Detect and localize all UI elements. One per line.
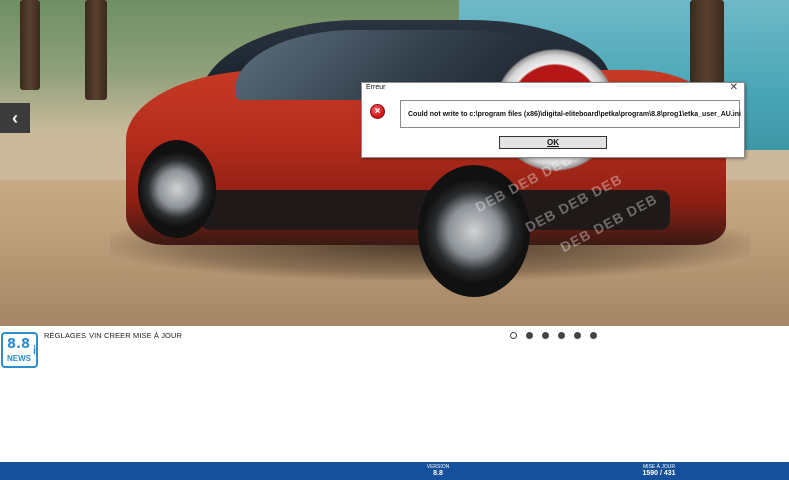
carousel-dot[interactable] [558, 332, 565, 339]
menu-item-reglages[interactable]: RÉGLAGES [44, 331, 86, 340]
carousel-indicators [510, 332, 597, 339]
error-message: Could not write to c:\program files (x86… [400, 100, 741, 128]
info-icon: ⅰ [33, 345, 37, 357]
tree-trunk [85, 0, 107, 100]
etka-news-logo[interactable]: 8.8 NEWS ⅰ [1, 332, 38, 368]
error-icon: × [370, 104, 385, 119]
hero-banner-image: DEB DEB DEB DEB DEB DEB DEB DEB DEB [0, 0, 789, 326]
menu-item-vin-creer[interactable]: VIN CREER [89, 331, 131, 340]
error-dialog: Erreur ✕ × Could not write to c:\program… [361, 82, 745, 158]
logo-news: NEWS [7, 354, 31, 363]
carousel-dot[interactable] [542, 332, 549, 339]
carousel-dot[interactable] [574, 332, 581, 339]
version-value: 8.8 [433, 470, 443, 477]
dialog-title: Erreur [366, 84, 386, 91]
carousel-dot[interactable] [590, 332, 597, 339]
update-value: 1590 / 431 [642, 470, 676, 477]
chevron-left-icon: ‹ [12, 107, 18, 128]
ok-button-label: OK [547, 138, 559, 147]
carousel-dot[interactable] [510, 332, 517, 339]
logo-version: 8.8 [7, 337, 31, 352]
status-bar: VERSION 8.8 MISE À JOUR 1590 / 431 [0, 462, 789, 480]
front-wheel [138, 140, 216, 238]
close-icon[interactable]: ✕ [730, 82, 738, 93]
carousel-dot[interactable] [526, 332, 533, 339]
menu-item-mise-a-jour[interactable]: MISE À JOUR [133, 331, 182, 340]
etka-main-window: DEB DEB DEB DEB DEB DEB DEB DEB DEB ‹ Er… [0, 0, 789, 480]
tree-trunk [20, 0, 40, 90]
carousel-prev-button[interactable]: ‹ [0, 103, 30, 133]
ok-button[interactable]: OK [499, 136, 607, 149]
